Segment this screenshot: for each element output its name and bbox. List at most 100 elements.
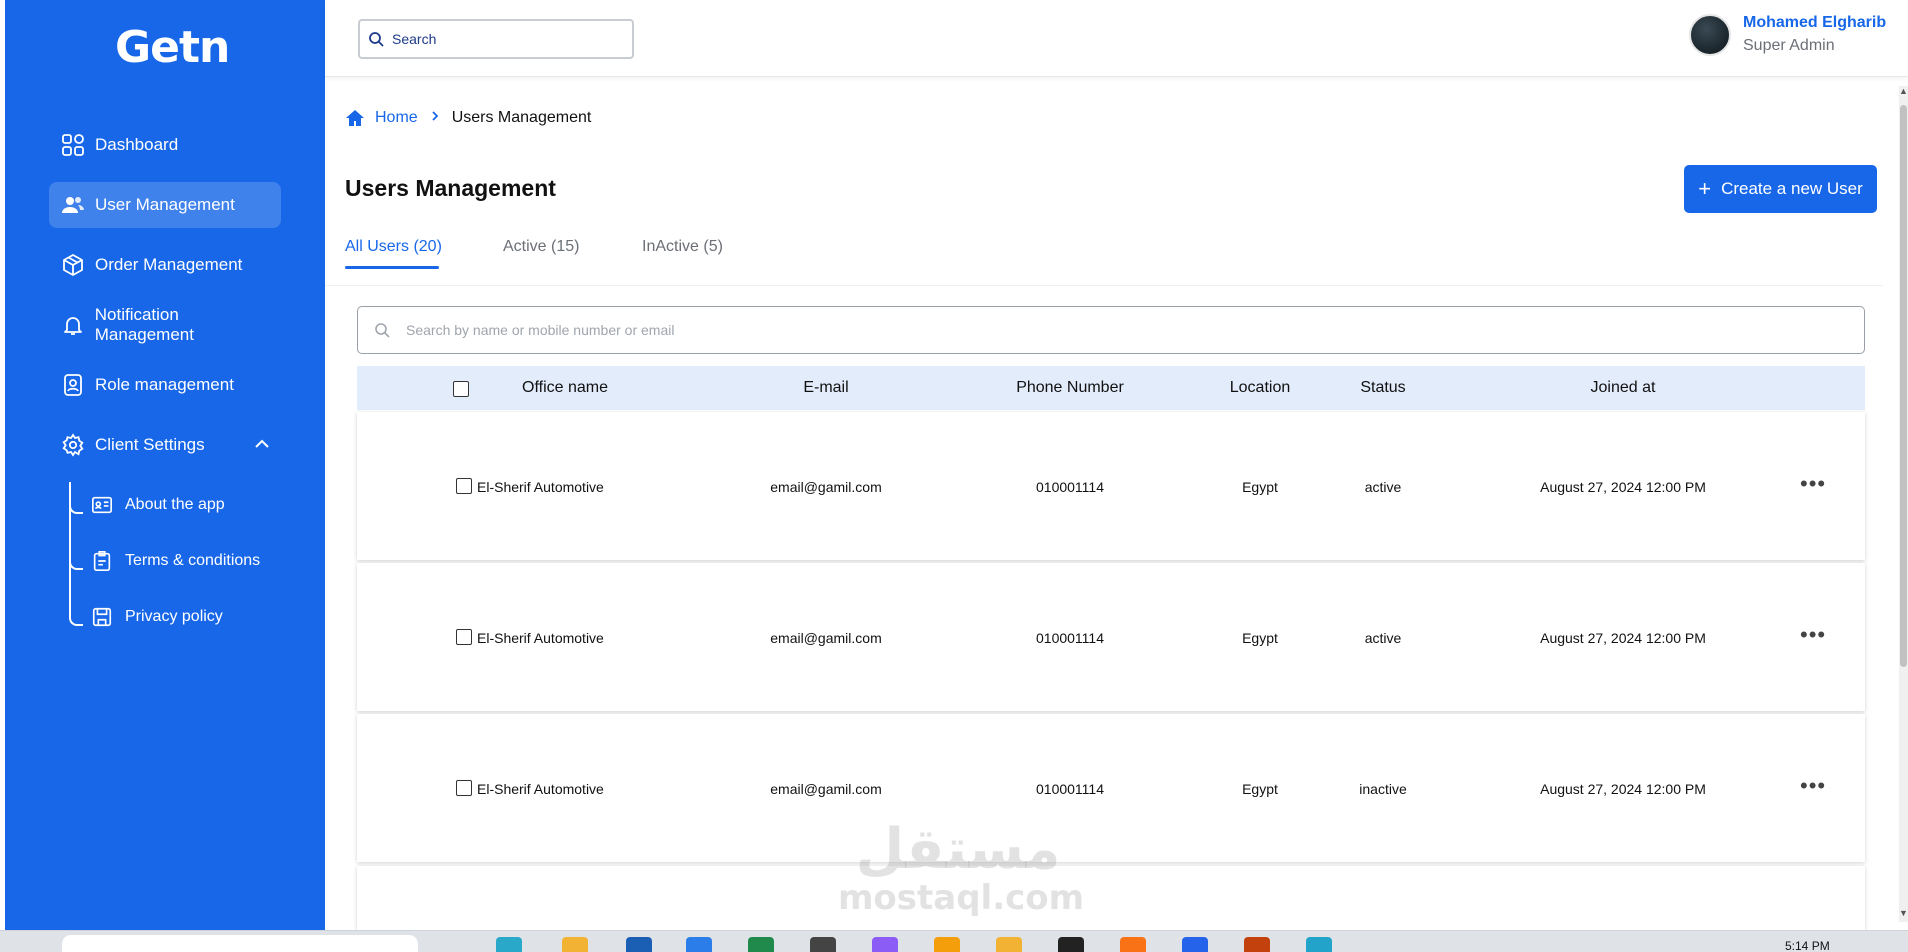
search-icon — [375, 323, 390, 338]
table-row[interactable]: El-Sherif Automotive email@gamil.com 010… — [357, 412, 1865, 560]
app-icon[interactable] — [810, 937, 836, 952]
top-header: Search Mohamed Elgharib Super Admin — [325, 0, 1908, 77]
word-icon[interactable] — [686, 937, 712, 952]
cell-status: active — [1364, 479, 1402, 495]
plus-icon: + — [1698, 176, 1712, 201]
sidebar-subitem-about-app[interactable]: About the app — [89, 485, 225, 525]
vscode-icon[interactable] — [1182, 937, 1208, 952]
taskbar-search[interactable] — [62, 935, 418, 952]
watermark: مستقل mostaql.com — [838, 820, 1085, 918]
sidebar-item-user-management[interactable]: User Management — [49, 182, 281, 228]
sidebar-item-label: Role management — [95, 375, 234, 394]
column-header-status[interactable]: Status — [1360, 379, 1405, 397]
cell-office: El-Sherif Automotive — [477, 479, 604, 495]
more-actions-icon[interactable]: ••• — [1800, 624, 1826, 646]
app-icon[interactable] — [1244, 937, 1270, 952]
column-header-email[interactable]: E-mail — [803, 379, 848, 397]
create-user-button[interactable]: + Create a new User — [1684, 165, 1877, 213]
breadcrumb-home-link[interactable]: Home — [375, 109, 418, 127]
tab-all-users[interactable]: All Users (20) — [345, 238, 442, 256]
sidebar: Getn Dashboard User Management Order Man… — [5, 0, 325, 930]
breadcrumb-current: Users Management — [451, 109, 592, 126]
avatar[interactable] — [1689, 14, 1731, 56]
sidebar-item-role-management[interactable]: Role management — [49, 362, 281, 408]
scroll-down-icon[interactable]: ▼ — [1899, 908, 1908, 918]
table-search-input[interactable]: Search by name or mobile number or email — [357, 306, 1865, 354]
more-actions-icon[interactable]: ••• — [1800, 473, 1826, 495]
top-search-label: Search — [392, 31, 437, 47]
divider — [325, 285, 1883, 286]
app-icon[interactable] — [872, 937, 898, 952]
scroll-up-icon[interactable]: ▲ — [1899, 86, 1908, 96]
table-row[interactable]: El-Sherif Automotive email@gamil.com 010… — [357, 714, 1865, 862]
chevron-up-icon[interactable] — [253, 435, 271, 458]
sidebar-item-notification-management[interactable]: Notification Management — [49, 302, 281, 348]
app-logo[interactable]: Getn — [115, 22, 230, 73]
sub-tree-branch — [69, 496, 83, 514]
id-badge-icon — [60, 372, 86, 398]
cell-joined: August 27, 2024 12:00 PM — [1540, 630, 1706, 646]
grid-icon — [60, 132, 86, 158]
row-checkbox[interactable] — [456, 780, 472, 796]
column-header-joined[interactable]: Joined at — [1591, 379, 1656, 397]
more-actions-icon[interactable]: ••• — [1800, 775, 1826, 797]
app-icon[interactable] — [1120, 937, 1146, 952]
cell-phone: 010001114 — [1036, 479, 1104, 495]
row-checkbox[interactable] — [456, 629, 472, 645]
column-header-phone[interactable]: Phone Number — [1016, 379, 1124, 397]
scrollbar-thumb[interactable] — [1900, 105, 1907, 667]
sidebar-subitem-terms[interactable]: Terms & conditions — [89, 541, 260, 581]
sidebar-item-dashboard[interactable]: Dashboard — [49, 122, 281, 168]
table-header: Office name E-mail Phone Number Location… — [357, 366, 1865, 410]
sidebar-item-label: Order Management — [95, 255, 243, 274]
page-title: Users Management — [345, 175, 556, 201]
taskbar-clock[interactable]: 5:14 PM — [1785, 939, 1830, 952]
folder-icon[interactable] — [562, 937, 588, 952]
column-header-location[interactable]: Location — [1230, 379, 1291, 397]
cell-joined: August 27, 2024 12:00 PM — [1540, 781, 1706, 797]
cell-location: Egypt — [1242, 781, 1278, 797]
excel-icon[interactable] — [748, 937, 774, 952]
cell-joined: August 27, 2024 12:00 PM — [1540, 479, 1706, 495]
sub-tree-branch — [69, 608, 83, 626]
sidebar-item-label: Client Settings — [95, 435, 205, 454]
cell-phone: 010001114 — [1036, 630, 1104, 646]
breadcrumb: Home Users Management — [345, 108, 591, 128]
sub-tree-branch — [69, 552, 83, 570]
tab-active-indicator — [345, 266, 439, 269]
app-icon[interactable] — [1306, 937, 1332, 952]
watermark-latin: mostaql.com — [838, 878, 1085, 918]
sidebar-subitem-privacy[interactable]: Privacy policy — [89, 597, 223, 637]
app-icon[interactable] — [996, 937, 1022, 952]
save-icon — [89, 604, 115, 630]
sidebar-item-label: Dashboard — [95, 135, 179, 154]
store-icon[interactable] — [626, 937, 652, 952]
select-all-checkbox[interactable] — [453, 381, 469, 397]
user-name[interactable]: Mohamed Elgharib — [1743, 14, 1886, 32]
tab-active[interactable]: Active (15) — [503, 238, 579, 256]
row-checkbox[interactable] — [456, 478, 472, 494]
column-header-office[interactable]: Office name — [522, 379, 608, 397]
box-icon — [60, 252, 86, 278]
cell-email: email@gamil.com — [770, 781, 882, 797]
cell-location: Egypt — [1242, 630, 1278, 646]
id-card-icon — [89, 492, 115, 518]
search-icon — [369, 32, 384, 47]
bell-icon — [60, 312, 86, 338]
sidebar-item-client-settings[interactable]: Client Settings — [49, 422, 281, 468]
table-row[interactable]: El-Sherif Automotive email@gamil.com 010… — [357, 563, 1865, 711]
cell-status: active — [1364, 630, 1402, 646]
table-search-placeholder: Search by name or mobile number or email — [406, 322, 675, 338]
sidebar-subitem-label: Privacy policy — [125, 608, 223, 625]
top-search-input[interactable]: Search — [358, 19, 634, 59]
sidebar-item-label: Notification Management — [94, 305, 194, 344]
cell-phone: 010001114 — [1036, 781, 1104, 797]
table-row[interactable] — [357, 866, 1865, 930]
cell-email: email@gamil.com — [770, 479, 882, 495]
sidebar-item-order-management[interactable]: Order Management — [49, 242, 281, 288]
tab-inactive[interactable]: InActive (5) — [642, 238, 723, 256]
app-icon[interactable] — [934, 937, 960, 952]
home-icon[interactable] — [345, 108, 365, 128]
edge-icon[interactable] — [496, 937, 522, 952]
app-icon[interactable] — [1058, 937, 1084, 952]
